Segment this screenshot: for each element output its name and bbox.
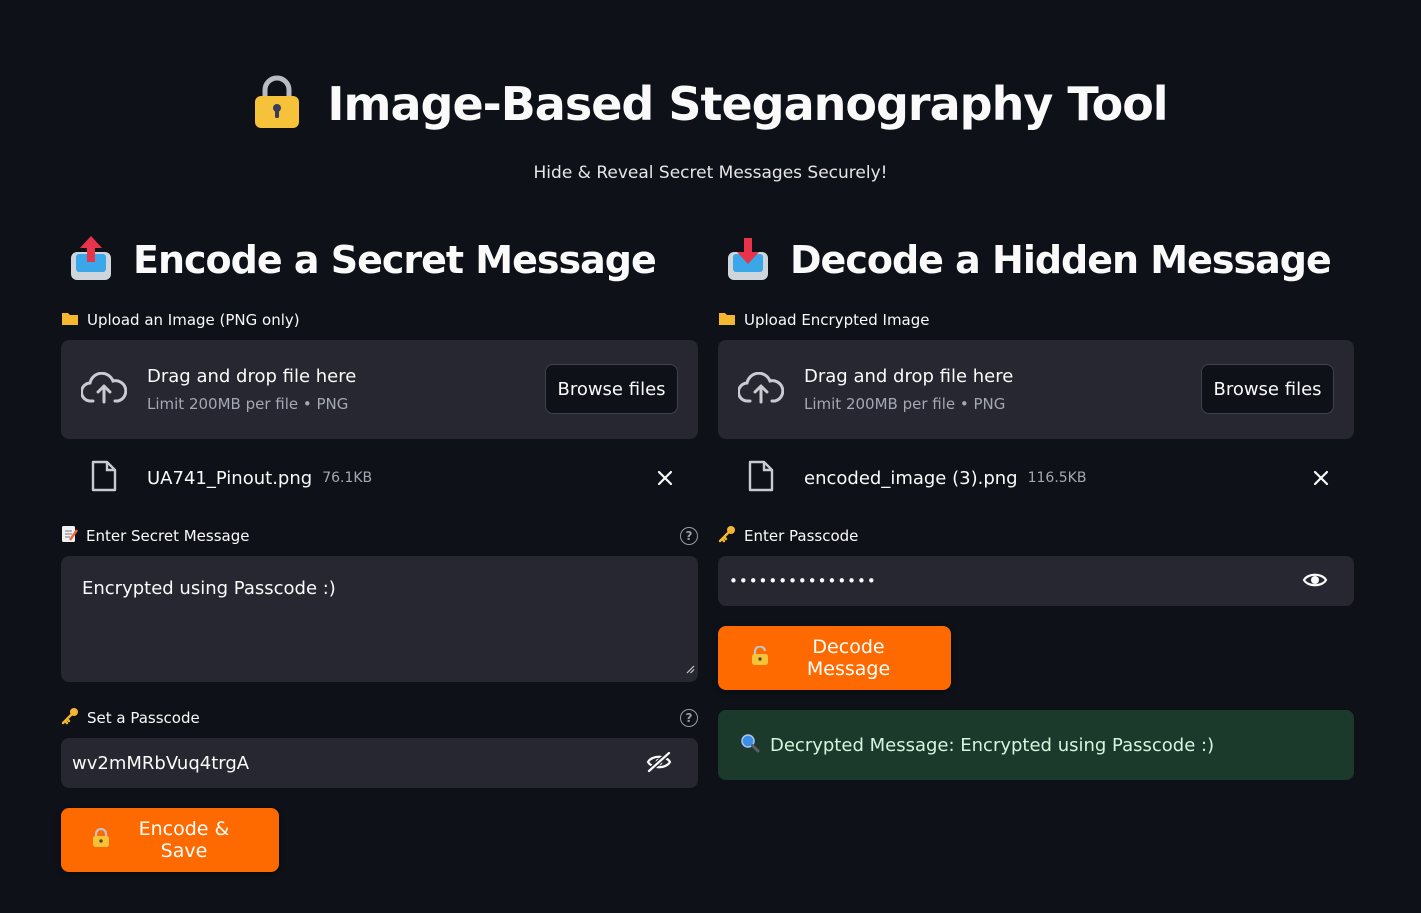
encode-dropzone[interactable]: Drag and drop file here Limit 200MB per … [61, 340, 698, 439]
dropzone-main-text: Drag and drop file here [147, 366, 357, 387]
cloud-upload-icon [80, 371, 128, 408]
set-passcode-label-text: Set a Passcode [87, 709, 200, 727]
uploaded-file-row: encoded_image (3).png 116.5KB [718, 457, 1354, 499]
decode-column: Decode a Hidden Message Upload Encrypted… [718, 228, 1354, 780]
encode-save-button[interactable]: Encode & Save [61, 808, 279, 872]
encode-heading: Encode a Secret Message [69, 228, 698, 292]
secret-message-label: Enter Secret Message ? [61, 526, 698, 546]
browse-files-button[interactable]: Browse files [545, 364, 678, 414]
encode-title: Encode a Secret Message [133, 238, 657, 282]
magnifying-glass-icon [740, 733, 760, 758]
eye-slash-icon[interactable] [646, 751, 672, 778]
decode-heading: Decode a Hidden Message [726, 228, 1354, 292]
remove-file-icon[interactable] [656, 469, 674, 491]
dropzone-limit-text: Limit 200MB per file • PNG [804, 395, 1006, 413]
decode-upload-label: Upload Encrypted Image [718, 310, 1354, 330]
secret-message-value: Encrypted using Passcode :) [82, 578, 336, 599]
remove-file-icon[interactable] [1312, 469, 1330, 491]
encode-column: Encode a Secret Message Upload an Image … [61, 228, 698, 872]
passcode-visible-value: wv2mMRbVuq4trgA [72, 752, 250, 774]
decode-message-label: Decode Message [806, 636, 891, 680]
inbox-tray-icon [726, 234, 770, 286]
folder-icon [718, 311, 736, 330]
page-header: Image-Based Steganography Tool [0, 74, 1421, 134]
file-size: 76.1KB [322, 470, 373, 486]
decode-message-button[interactable]: Decode Message [718, 626, 951, 690]
eye-icon[interactable] [1302, 569, 1328, 596]
app-page: Image-Based Steganography Tool Hide & Re… [0, 0, 1421, 913]
memo-icon [61, 525, 78, 547]
folder-icon [61, 311, 79, 330]
dropzone-limit-text: Limit 200MB per file • PNG [147, 395, 349, 413]
encode-save-label: Encode & Save [138, 818, 230, 862]
key-icon [61, 707, 79, 729]
browse-files-button[interactable]: Browse files [1201, 364, 1334, 414]
locked-with-key-icon [91, 827, 111, 853]
set-passcode-label: Set a Passcode ? [61, 708, 698, 728]
resize-handle-icon[interactable] [686, 658, 695, 679]
cloud-upload-icon [737, 371, 785, 408]
encode-upload-label-text: Upload an Image (PNG only) [87, 311, 300, 329]
decrypted-message-alert: Decrypted Message: Encrypted using Passc… [718, 710, 1354, 780]
page-title: Image-Based Steganography Tool [327, 77, 1168, 131]
enter-passcode-label: Enter Passcode [718, 526, 1354, 546]
encode-upload-label: Upload an Image (PNG only) [61, 310, 698, 330]
decode-upload-label-text: Upload Encrypted Image [744, 311, 930, 329]
decrypted-message-text: Decrypted Message: Encrypted using Passc… [770, 734, 1215, 756]
unlock-icon [750, 644, 770, 671]
help-icon[interactable]: ? [680, 527, 698, 545]
enter-passcode-label-text: Enter Passcode [744, 527, 859, 545]
outbox-tray-icon [69, 234, 113, 286]
enter-passcode-input[interactable]: ••••••••••••••• [718, 556, 1354, 606]
decode-dropzone[interactable]: Drag and drop file here Limit 200MB per … [718, 340, 1354, 439]
lock-icon [253, 74, 301, 134]
set-passcode-input[interactable]: wv2mMRbVuq4trgA [61, 738, 698, 788]
secret-message-label-text: Enter Secret Message [86, 527, 250, 545]
key-icon [718, 525, 736, 547]
file-icon [91, 460, 117, 496]
uploaded-file-row: UA741_Pinout.png 76.1KB [61, 457, 698, 499]
decode-title: Decode a Hidden Message [790, 238, 1332, 282]
file-icon [748, 460, 774, 496]
file-name: encoded_image (3).png [804, 467, 1018, 489]
passcode-masked-value: ••••••••••••••• [729, 572, 877, 590]
help-icon[interactable]: ? [680, 709, 698, 727]
file-name: UA741_Pinout.png [147, 467, 313, 489]
dropzone-main-text: Drag and drop file here [804, 366, 1014, 387]
file-size: 116.5KB [1027, 470, 1087, 486]
page-subtitle: Hide & Reveal Secret Messages Securely! [533, 163, 888, 183]
secret-message-textarea[interactable]: Encrypted using Passcode :) [61, 556, 698, 682]
